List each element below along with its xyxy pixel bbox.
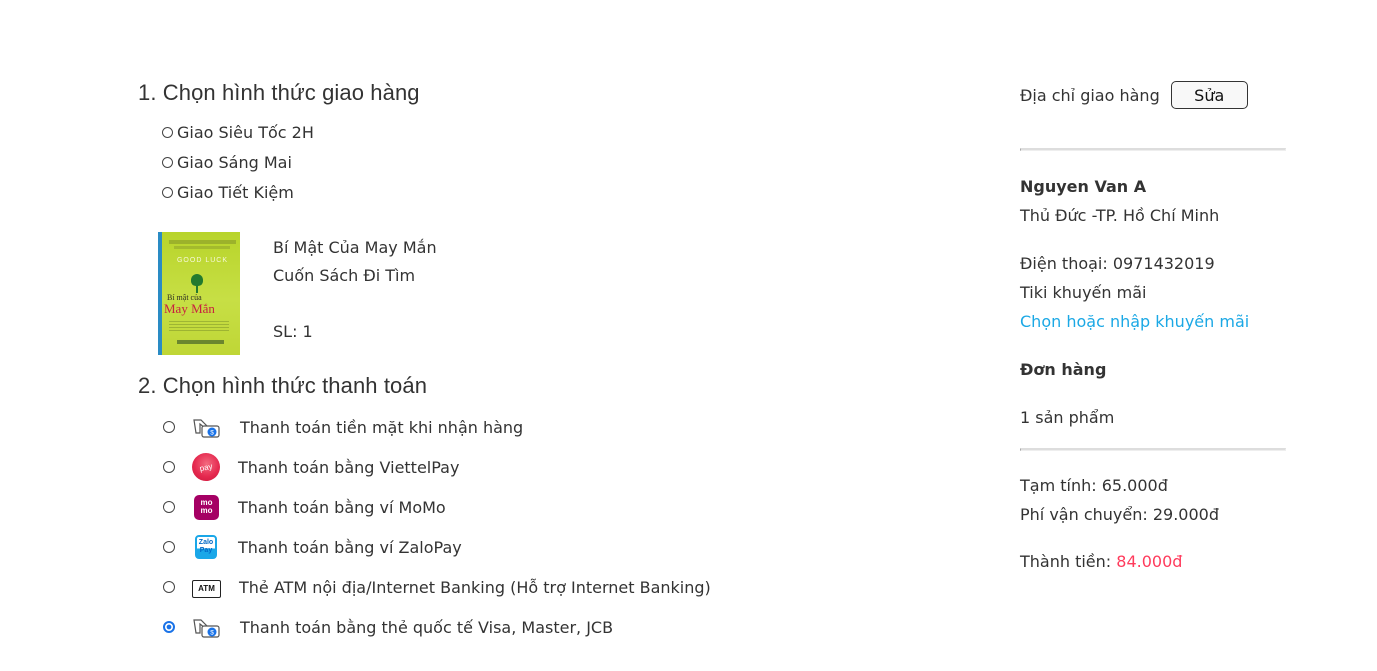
order-summary: Địa chỉ giao hàng Sửa Nguyen Van A Thủ Đ…: [1020, 80, 1286, 576]
radio-icon[interactable]: [163, 581, 175, 593]
radio-icon[interactable]: [163, 501, 175, 513]
payment-option-label: Thẻ ATM nội địa/Internet Banking (Hỗ trợ…: [239, 577, 711, 597]
shipping-options: Giao Siêu Tốc 2H Giao Sáng Mai Giao Tiết…: [138, 117, 898, 207]
payment-options: $ Thanh toán tiền mặt khi nhận hàng pay …: [138, 407, 898, 647]
shipping-option-label: Giao Tiết Kiệm: [177, 182, 294, 202]
total-value: 84.000đ: [1116, 552, 1183, 571]
book-cover-subtitle-line: [174, 246, 230, 249]
radio-icon[interactable]: [163, 421, 175, 433]
book-cover-publisher-logo: [177, 340, 224, 344]
payment-option-label: Thanh toán bằng ví ZaloPay: [238, 537, 462, 557]
payment-option-viettelpay[interactable]: pay Thanh toán bằng ViettelPay: [163, 447, 898, 487]
orders-title: Đơn hàng: [1020, 360, 1107, 379]
svg-text:$: $: [210, 629, 214, 636]
customer-name: Nguyen Van A: [1020, 177, 1147, 196]
book-cover-author-line: [169, 240, 236, 244]
shipping-option-next-morning[interactable]: Giao Sáng Mai: [162, 147, 898, 177]
summary-divider: [1020, 448, 1286, 451]
book-cover-image: GOOD LUCK Bí mật của May Mắn: [158, 232, 240, 355]
radio-selected-icon[interactable]: [163, 621, 175, 633]
payment-option-label: Thanh toán bằng ví MoMo: [238, 497, 446, 517]
product-count: 1 sản phẩm: [1020, 408, 1115, 427]
customer-address: Thủ Đức -TP. Hồ Chí Minh: [1020, 206, 1220, 225]
checkout-options: 1. Chọn hình thức giao hàng Giao Siêu Tố…: [138, 77, 898, 647]
radio-icon[interactable]: [163, 461, 175, 473]
payment-option-international-card[interactable]: $ Thanh toán bằng thẻ quốc tế Visa, Mast…: [163, 607, 898, 647]
subtotal: Tạm tính: 65.000đ: [1020, 476, 1168, 495]
payment-option-cash[interactable]: $ Thanh toán tiền mặt khi nhận hàng: [163, 407, 898, 447]
cash-hand-icon: $: [192, 417, 222, 439]
zalopay-icon: Zalo Pay: [195, 535, 217, 559]
shipping-section-title: 1. Chọn hình thức giao hàng: [138, 80, 420, 105]
shipping-fee: Phí vận chuyển: 29.000đ: [1020, 505, 1219, 524]
payment-option-label: Thanh toán tiền mặt khi nhận hàng: [240, 417, 524, 437]
product-name-line-1: Bí Mật Của May Mắn: [273, 238, 437, 257]
payment-option-momo[interactable]: mo mo Thanh toán bằng ví MoMo: [163, 487, 898, 527]
shipping-option-express[interactable]: Giao Siêu Tốc 2H: [162, 117, 898, 147]
payment-section-title: 2. Chọn hình thức thanh toán: [138, 373, 428, 398]
product-name-line-2: Cuốn Sách Đi Tìm: [273, 266, 416, 285]
edit-address-button[interactable]: Sửa: [1170, 81, 1248, 109]
promo-link[interactable]: Chọn hoặc nhập khuyến mãi: [1020, 307, 1284, 336]
radio-icon[interactable]: [162, 186, 173, 198]
payment-option-zalopay[interactable]: Zalo Pay Thanh toán bằng ví ZaloPay: [163, 527, 898, 567]
payment-option-label: Thanh toán bằng thẻ quốc tế Visa, Master…: [240, 617, 614, 637]
shipping-option-economy[interactable]: Giao Tiết Kiệm: [162, 177, 898, 207]
delivery-address-header: Địa chỉ giao hàng Sửa: [1020, 80, 1284, 110]
summary-divider: [1020, 148, 1286, 151]
cart-product: GOOD LUCK Bí mật của May Mắn Bí Mật Của …: [158, 232, 898, 356]
product-quantity: SL: 1: [273, 322, 313, 341]
card-hand-icon: $: [192, 617, 222, 639]
shipping-option-label: Giao Sáng Mai: [177, 152, 292, 172]
clover-stem-icon: [196, 285, 198, 293]
total-label: Thành tiền:: [1020, 552, 1117, 571]
book-cover-description-lines: [169, 321, 229, 333]
product-info: Bí Mật Của May Mắn Cuốn Sách Đi Tìm SL: …: [273, 232, 437, 346]
radio-icon[interactable]: [162, 126, 173, 138]
book-cover-title-large: May Mắn: [164, 301, 215, 316]
viettelpay-icon: pay: [189, 450, 223, 484]
radio-icon[interactable]: [163, 541, 175, 553]
radio-icon[interactable]: [162, 156, 173, 168]
book-cover-good-luck-text: GOOD LUCK: [176, 257, 228, 264]
atm-icon: ATM: [192, 579, 221, 598]
momo-icon: mo mo: [194, 494, 219, 520]
checkout-page: 1. Chọn hình thức giao hàng Giao Siêu Tố…: [0, 0, 1377, 671]
payment-option-label: Thanh toán bằng ViettelPay: [238, 457, 460, 477]
shipping-option-label: Giao Siêu Tốc 2H: [177, 122, 314, 142]
total-row: Thành tiền: 84.000đ: [1020, 547, 1284, 576]
promo-label: Tiki khuyến mãi: [1020, 283, 1147, 302]
delivery-address-label: Địa chỉ giao hàng: [1020, 85, 1160, 105]
payment-option-atm[interactable]: ATM Thẻ ATM nội địa/Internet Banking (Hỗ…: [163, 567, 898, 607]
customer-phone: Điện thoại: 0971432019: [1020, 254, 1215, 273]
svg-text:$: $: [210, 429, 214, 436]
